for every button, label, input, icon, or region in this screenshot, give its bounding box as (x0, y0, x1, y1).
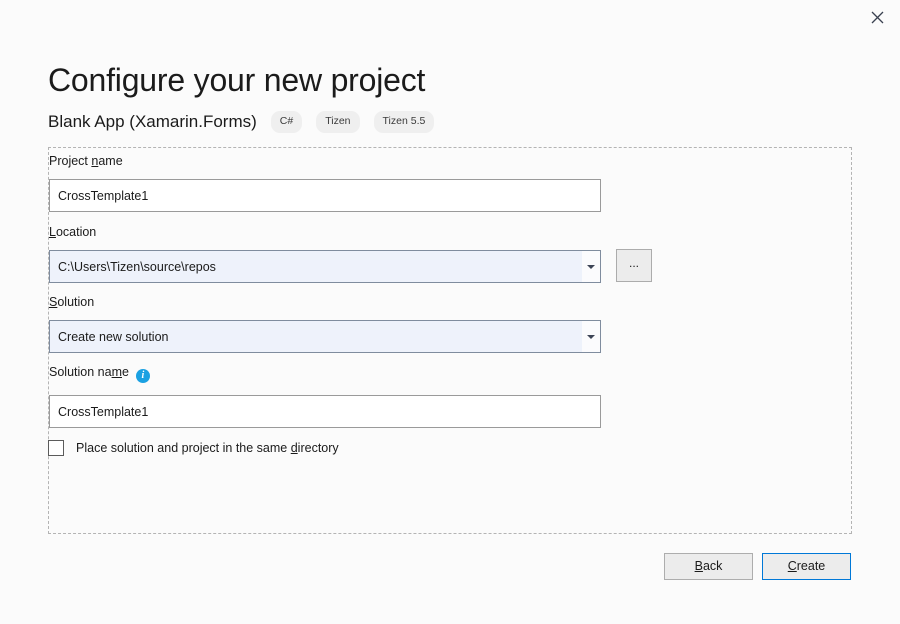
close-icon (871, 11, 884, 24)
same-directory-label: Place solution and project in the same d… (76, 441, 339, 455)
solution-value: Create new solution (50, 330, 582, 344)
location-value: C:\Users\Tizen\source\repos (50, 260, 582, 274)
page-title: Configure your new project (48, 61, 425, 99)
browse-location-button[interactable]: ... (616, 249, 652, 282)
chevron-down-icon[interactable] (582, 321, 600, 352)
same-directory-checkbox-row[interactable]: Place solution and project in the same d… (48, 440, 339, 456)
back-button[interactable]: Back (664, 553, 753, 580)
tag-project-type: Tizen 5.5 (374, 111, 435, 133)
info-icon[interactable]: i (136, 369, 150, 383)
tag-platform: Tizen (316, 111, 359, 133)
project-config-panel: Project name Location C:\Users\Tizen\sou… (48, 147, 852, 534)
project-name-input[interactable] (49, 179, 601, 212)
template-summary: Blank App (Xamarin.Forms) C# Tizen Tizen… (48, 110, 434, 134)
solution-combobox[interactable]: Create new solution (49, 320, 601, 353)
solution-label: Solution (49, 296, 94, 309)
same-directory-checkbox[interactable] (48, 440, 64, 456)
solution-name-input[interactable] (49, 395, 601, 428)
close-button[interactable] (854, 0, 900, 34)
chevron-down-icon[interactable] (582, 251, 600, 282)
location-combobox[interactable]: C:\Users\Tizen\source\repos (49, 250, 601, 283)
tag-language: C# (271, 111, 302, 133)
solution-name-label: Solution namei (49, 366, 150, 383)
create-button[interactable]: Create (762, 553, 851, 580)
location-label: Location (49, 226, 96, 239)
template-name: Blank App (Xamarin.Forms) (48, 112, 257, 132)
project-name-label: Project name (49, 155, 123, 168)
